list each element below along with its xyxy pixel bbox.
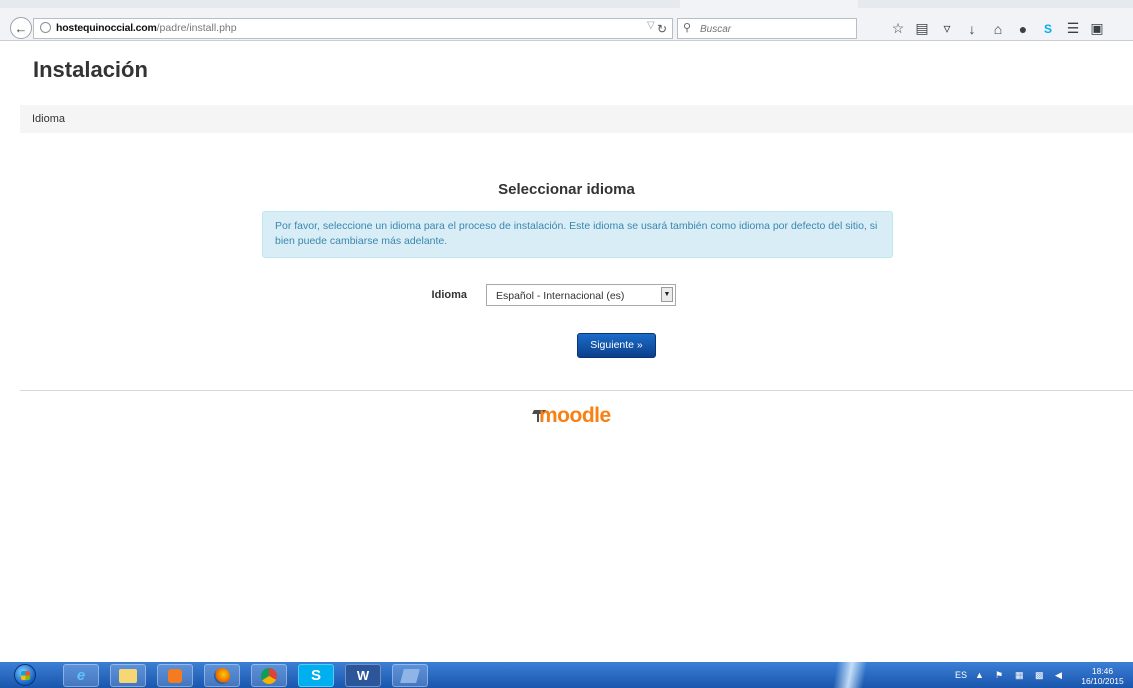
footer-divider — [20, 390, 1133, 391]
firefox-icon[interactable] — [204, 664, 240, 687]
browser-toolbar: ← hostequinoccial.com/padre/install.php … — [0, 0, 1133, 41]
file-explorer-icon[interactable] — [110, 664, 146, 687]
chrome-icon[interactable] — [251, 664, 287, 687]
volume-icon[interactable]: ◀ — [1055, 670, 1062, 681]
network-icon[interactable]: ▩ — [1035, 670, 1044, 681]
media-shape — [168, 668, 182, 683]
search-icon: ⚲ — [683, 22, 692, 34]
search-input[interactable] — [698, 21, 852, 37]
skype-icon[interactable]: S — [1038, 18, 1058, 39]
media-player-icon[interactable] — [157, 664, 193, 687]
chevron-down-icon[interactable]: ▼ — [661, 287, 673, 302]
windows-grid-icon[interactable]: ▦ — [1015, 670, 1024, 681]
internet-explorer-icon[interactable]: e — [63, 664, 99, 687]
windows-flag-icon — [21, 671, 30, 680]
bookmark-star-icon[interactable]: ☆ — [888, 18, 908, 39]
next-button[interactable]: Siguiente » — [577, 333, 656, 358]
reading-list-icon[interactable]: ▤ — [912, 18, 932, 39]
chat-icon[interactable]: ● — [1013, 18, 1033, 39]
active-tab[interactable] — [680, 0, 858, 8]
menu-icon[interactable]: ☰ — [1063, 18, 1083, 39]
show-hidden-icons-icon[interactable]: ▲ — [975, 670, 984, 680]
breadcrumb: Idioma — [20, 105, 1133, 133]
moodle-logo-text: moodle — [539, 404, 611, 427]
reload-icon[interactable]: ↻ — [652, 18, 672, 39]
section-title: Seleccionar idioma — [498, 181, 635, 198]
url-path: /padre/install.php — [156, 22, 237, 34]
clock-time: 18:46 — [1091, 666, 1114, 676]
extension-icon[interactable]: ▣ — [1087, 18, 1107, 39]
home-icon[interactable]: ⌂ — [988, 18, 1008, 39]
search-box[interactable]: ⚲ — [677, 18, 857, 39]
word-icon[interactable]: W — [345, 664, 381, 687]
chrome-shape — [261, 667, 277, 684]
download-icon[interactable]: ↓ — [962, 18, 982, 39]
info-message: Por favor, seleccione un idioma para el … — [262, 211, 893, 258]
virtualbox-icon[interactable] — [392, 664, 428, 687]
page-title: Instalación — [33, 57, 148, 82]
url-host: hostequinoccial.com — [56, 22, 157, 34]
folder-shape — [119, 668, 137, 683]
address-url[interactable]: hostequinoccial.com/padre/install.php — [56, 22, 237, 34]
system-clock[interactable]: 18:46 16/10/2015 — [1075, 666, 1130, 686]
language-label: Idioma — [431, 289, 467, 301]
firefox-shape — [214, 667, 230, 684]
virtualbox-shape — [400, 668, 420, 683]
skype-icon[interactable]: S — [298, 664, 334, 687]
tab-strip — [0, 0, 1133, 8]
breadcrumb-item: Idioma — [32, 113, 66, 125]
language-select[interactable]: Español - Internacional (es) ▼ — [486, 284, 676, 306]
windows-start-icon[interactable] — [14, 664, 36, 686]
globe-icon — [40, 22, 51, 33]
clock-date: 16/10/2015 — [1081, 676, 1124, 686]
address-bar[interactable]: hostequinoccial.com/padre/install.php ▽ — [33, 18, 673, 39]
back-arrow-icon[interactable]: ← — [10, 17, 32, 39]
action-center-flag-icon[interactable]: ⚑ — [995, 670, 1003, 681]
pocket-icon[interactable]: ▿ — [937, 18, 957, 39]
language-selected-value: Español - Internacional (es) — [496, 290, 625, 302]
language-indicator[interactable]: ES — [955, 670, 967, 680]
taskbar-decoration — [815, 662, 885, 688]
